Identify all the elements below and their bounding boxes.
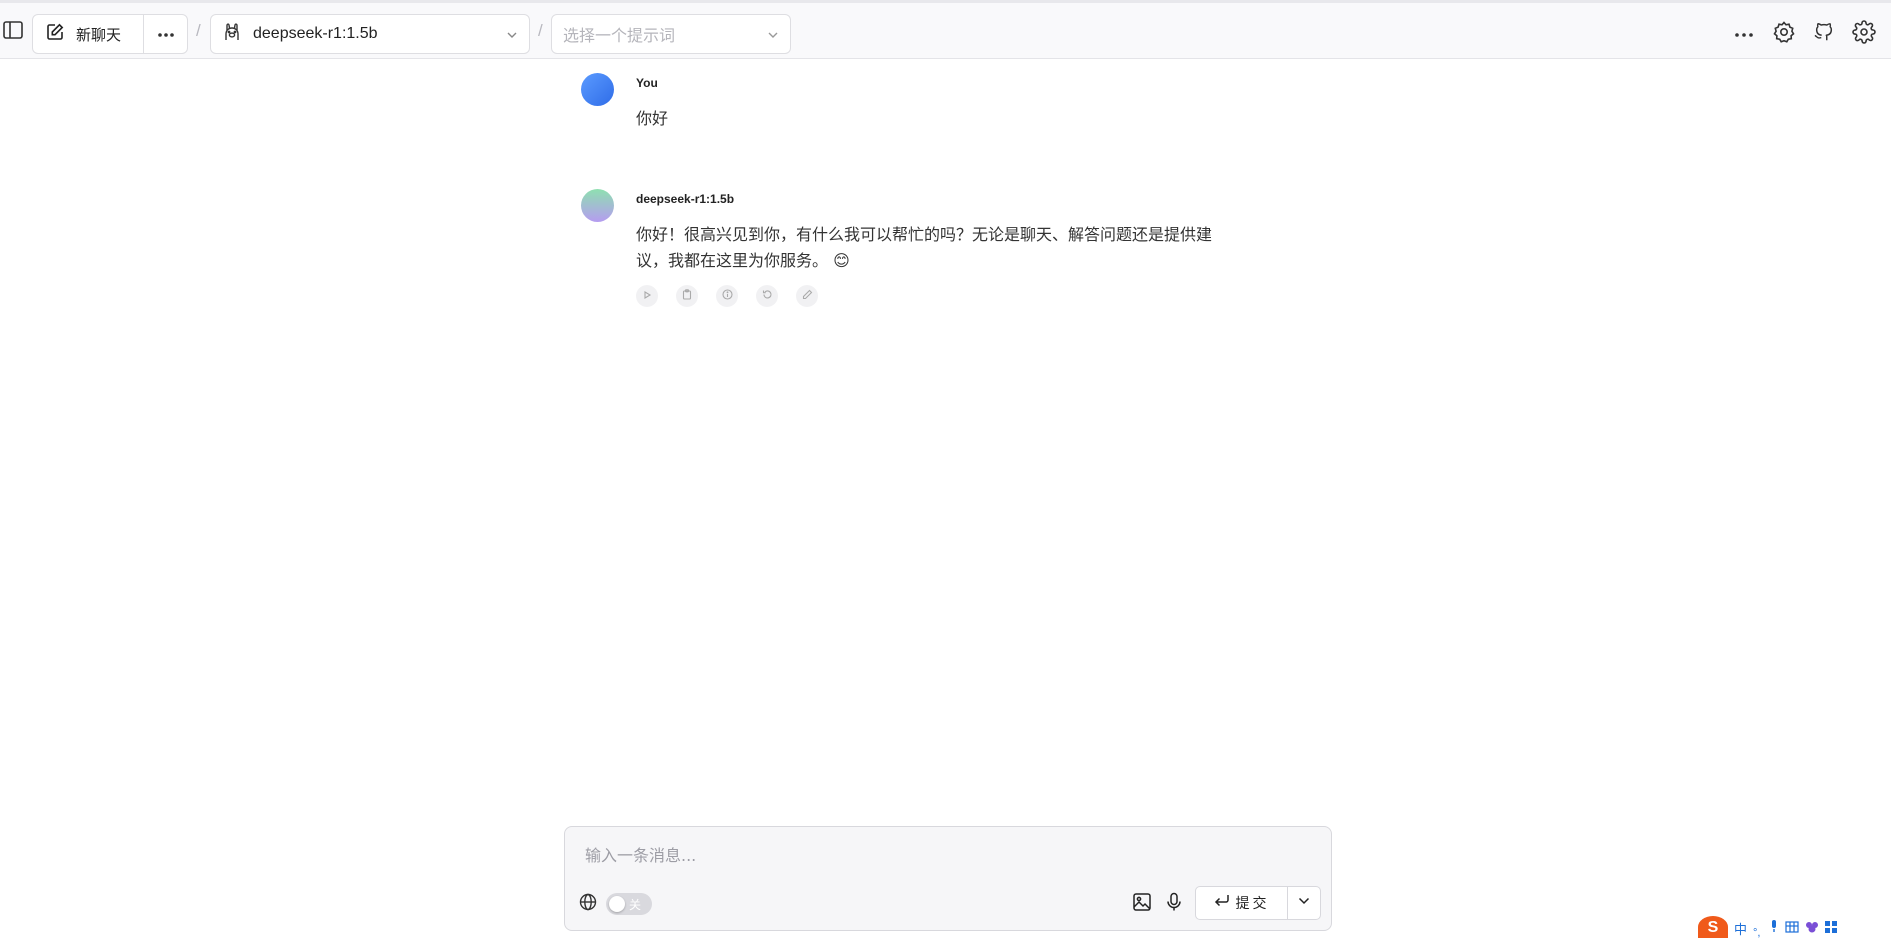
message-composer: 关 提交 [564, 826, 1332, 931]
avatar [581, 73, 614, 106]
toggle-label: 关 [629, 898, 642, 912]
prompt-selector[interactable]: 选择一个提示词 [551, 14, 791, 54]
settings-icon [1852, 19, 1876, 49]
message-assistant: deepseek-r1:1.5b 你好！很高兴见到你，有什么我可以帮忙的吗？无论… [581, 189, 1221, 309]
top-right-toolbar [1731, 19, 1891, 49]
message-user: You 你好 [581, 73, 1221, 143]
new-chat-label: 新聊天 [76, 26, 122, 44]
globe-icon [579, 893, 597, 915]
enter-icon [1214, 894, 1230, 912]
play-icon [642, 287, 652, 305]
pencil-icon [802, 287, 813, 305]
ollama-logo-icon [223, 22, 241, 47]
clipboard-icon [682, 287, 692, 305]
top-bar: 新聊天 / deepseek-r1:1.5b / 选择一个提示词 [0, 0, 1891, 59]
chevron-down-icon [1297, 894, 1311, 913]
message-sender: deepseek-r1:1.5b [636, 192, 735, 206]
message-input[interactable] [585, 839, 1305, 871]
message-text-line: 议，我都在这里为你服务。 [636, 251, 829, 270]
app-settings-button[interactable] [1771, 20, 1797, 49]
preferences-button[interactable] [1851, 19, 1877, 49]
prompt-placeholder: 选择一个提示词 [563, 28, 676, 45]
copy-button[interactable] [676, 285, 698, 307]
breadcrumb-separator: / [538, 21, 543, 40]
regenerate-button[interactable] [756, 285, 778, 307]
submit-button[interactable]: 提交 [1196, 887, 1288, 919]
github-button[interactable] [1811, 21, 1837, 47]
voice-input-button[interactable] [1163, 892, 1185, 917]
more-options-button[interactable] [1731, 21, 1757, 47]
info-icon [721, 287, 733, 305]
toolbox-icon[interactable] [1825, 920, 1838, 938]
keyboard-icon[interactable] [1785, 920, 1799, 938]
info-button[interactable] [716, 285, 738, 307]
sogou-logo-icon[interactable]: S [1698, 916, 1728, 938]
model-name: deepseek-r1:1.5b [253, 25, 378, 42]
avatar [581, 189, 614, 222]
punctuation-icon[interactable]: °, [1753, 928, 1763, 938]
message-sender: You [636, 76, 658, 90]
smile-emoji: 😊 [833, 251, 850, 270]
message-text-line: 你好！很高兴见到你，有什么我可以帮忙的吗？无论是聊天、解答问题还是提供建 [636, 225, 1213, 244]
ime-tray: S 中 °, [1698, 916, 1891, 938]
sidebar-toggle-icon[interactable] [2, 19, 24, 41]
microphone-icon [1165, 892, 1183, 917]
message-text: 你好！很高兴见到你，有什么我可以帮忙的吗？无论是聊天、解答问题还是提供建 议，我… [636, 222, 1256, 274]
model-selector[interactable]: deepseek-r1:1.5b [210, 14, 530, 54]
upload-image-button[interactable] [1131, 892, 1153, 917]
chevron-down-icon [766, 28, 780, 47]
breadcrumb-separator: / [196, 21, 201, 40]
image-icon [1132, 892, 1152, 917]
toggle-knob [609, 896, 625, 912]
new-chat-group: 新聊天 [32, 14, 188, 54]
skin-icon[interactable] [1805, 920, 1819, 938]
more-horizontal-icon [1734, 25, 1754, 43]
refresh-icon [762, 287, 773, 305]
submit-options-button[interactable] [1288, 887, 1320, 919]
ime-microphone-icon[interactable] [1769, 919, 1779, 938]
submit-group: 提交 [1195, 886, 1321, 920]
message-text: 你好 [636, 109, 669, 128]
message-actions [636, 285, 818, 307]
chevron-down-icon [505, 28, 519, 47]
more-horizontal-icon [157, 25, 175, 43]
edit-message-button[interactable] [796, 285, 818, 307]
chat-more-button[interactable] [144, 15, 187, 53]
gear-icon [1772, 20, 1796, 49]
web-search-button[interactable] [579, 893, 599, 913]
ime-mode-label[interactable]: 中 [1734, 919, 1747, 938]
web-search-toggle[interactable]: 关 [606, 893, 652, 915]
edit-icon [46, 23, 64, 45]
github-icon [1813, 21, 1835, 48]
read-aloud-button[interactable] [636, 285, 658, 307]
new-chat-button[interactable]: 新聊天 [33, 15, 144, 53]
submit-label: 提交 [1235, 896, 1270, 912]
